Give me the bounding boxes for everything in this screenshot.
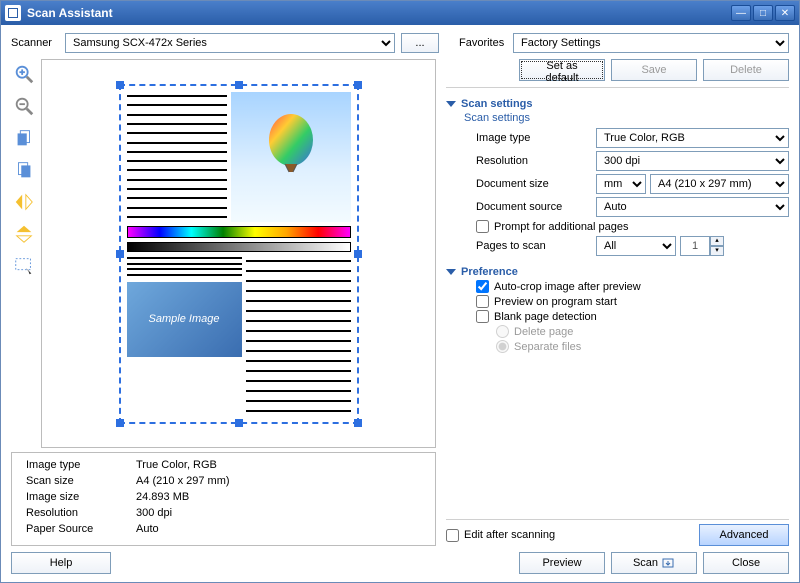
meta-paper-source-label: Paper Source	[26, 523, 136, 539]
image-type-select[interactable]: True Color, RGB	[596, 128, 789, 148]
scanner-browse-button[interactable]: ...	[401, 33, 439, 53]
rotate-right-button[interactable]	[11, 157, 37, 183]
edit-after-checkbox[interactable]	[446, 529, 459, 542]
separate-files-radio	[496, 340, 509, 353]
scanner-label: Scanner	[11, 37, 59, 49]
preview-button[interactable]: Preview	[519, 552, 605, 574]
meta-paper-source-value: Auto	[136, 523, 159, 539]
pages-count-input	[680, 236, 710, 256]
flip-vertical-button[interactable]	[11, 221, 37, 247]
test-lines-2	[246, 256, 351, 416]
maximize-button[interactable]: □	[753, 5, 773, 21]
zoom-out-icon	[13, 95, 35, 117]
pages-down-button[interactable]: ▾	[710, 246, 724, 256]
pages-count-stepper[interactable]: ▴▾	[680, 236, 724, 256]
rotate-left-icon	[13, 127, 35, 149]
delete-favorite-button[interactable]: Delete	[703, 59, 789, 81]
rotate-right-icon	[13, 159, 35, 181]
zoom-out-button[interactable]	[11, 93, 37, 119]
meta-image-type-value: True Color, RGB	[136, 459, 217, 475]
scan-settings-subheader: Scan settings	[464, 112, 789, 124]
resolution-select[interactable]: 300 dpi	[596, 151, 789, 171]
set-as-default-button[interactable]: Set as default	[519, 59, 605, 81]
app-window: Scan Assistant — □ ✕ Scanner Samsung SCX…	[0, 0, 800, 583]
selection-button[interactable]	[11, 253, 37, 279]
zoom-in-button[interactable]	[11, 61, 37, 87]
autocrop-checkbox[interactable]	[476, 280, 489, 293]
pages-to-scan-select[interactable]: All	[596, 236, 676, 256]
blank-detection-checkbox[interactable]	[476, 310, 489, 323]
gray-strip	[127, 242, 351, 252]
favorites-select[interactable]: Factory Settings	[513, 33, 789, 53]
meta-image-size-value: 24.893 MB	[136, 491, 189, 507]
window-title: Scan Assistant	[27, 6, 731, 20]
minimize-button[interactable]: —	[731, 5, 751, 21]
preview-start-label: Preview on program start	[494, 296, 617, 308]
preview-toolbar	[11, 59, 41, 448]
document-source-select[interactable]: Auto	[596, 197, 789, 217]
meta-scan-size-value: A4 (210 x 297 mm)	[136, 475, 230, 491]
pages-to-scan-label: Pages to scan	[476, 240, 596, 252]
resolution-label: Resolution	[476, 155, 596, 167]
document-size-unit-select[interactable]: mm	[596, 174, 646, 194]
prompt-pages-checkbox[interactable]	[476, 220, 489, 233]
meta-resolution-label: Resolution	[26, 507, 136, 523]
chevron-down-icon	[446, 269, 456, 275]
selection-icon	[13, 255, 35, 277]
scanner-select[interactable]: Samsung SCX-472x Series	[65, 33, 395, 53]
flip-horizontal-icon	[13, 191, 35, 213]
zoom-in-icon	[13, 63, 35, 85]
delete-page-radio	[496, 325, 509, 338]
document-size-select[interactable]: A4 (210 x 297 mm)	[650, 174, 789, 194]
scan-icon	[661, 556, 675, 570]
favorites-label: Favorites	[459, 37, 507, 49]
preference-header[interactable]: Preference	[446, 266, 789, 278]
sample-image-box: Sample Image	[127, 282, 242, 357]
help-button[interactable]: Help	[11, 552, 111, 574]
save-favorite-button[interactable]: Save	[611, 59, 697, 81]
chevron-down-icon	[446, 101, 456, 107]
autocrop-label: Auto-crop image after preview	[494, 281, 641, 293]
close-window-button[interactable]: ✕	[775, 5, 795, 21]
blank-detection-label: Blank page detection	[494, 311, 597, 323]
scan-button[interactable]: Scan	[611, 552, 697, 574]
meta-image-type-label: Image type	[26, 459, 136, 475]
document-source-label: Document source	[476, 201, 596, 213]
edit-after-label: Edit after scanning	[464, 529, 555, 541]
meta-image-size-label: Image size	[26, 491, 136, 507]
preview-pane[interactable]: Sample Image	[41, 59, 436, 448]
sample-image-text: Sample Image	[149, 313, 220, 325]
rotate-left-button[interactable]	[11, 125, 37, 151]
app-icon	[5, 5, 21, 21]
pages-up-button[interactable]: ▴	[710, 236, 724, 246]
separate-files-label: Separate files	[514, 341, 581, 353]
preview-metadata: Image typeTrue Color, RGB Scan sizeA4 (2…	[11, 452, 436, 546]
delete-page-label: Delete page	[514, 326, 573, 338]
test-lines	[127, 92, 227, 222]
preview-selection[interactable]: Sample Image	[119, 84, 359, 424]
advanced-button[interactable]: Advanced	[699, 524, 789, 546]
flip-horizontal-button[interactable]	[11, 189, 37, 215]
scan-settings-header[interactable]: Scan settings	[446, 98, 789, 110]
titlebar: Scan Assistant — □ ✕	[1, 1, 799, 25]
preview-start-checkbox[interactable]	[476, 295, 489, 308]
color-strip	[127, 226, 351, 238]
close-button[interactable]: Close	[703, 552, 789, 574]
flip-vertical-icon	[13, 223, 35, 245]
document-size-label: Document size	[476, 178, 596, 190]
image-type-label: Image type	[476, 132, 596, 144]
meta-scan-size-label: Scan size	[26, 475, 136, 491]
prompt-pages-label: Prompt for additional pages	[494, 221, 629, 233]
sample-balloon-image	[231, 92, 351, 222]
meta-resolution-value: 300 dpi	[136, 507, 172, 523]
